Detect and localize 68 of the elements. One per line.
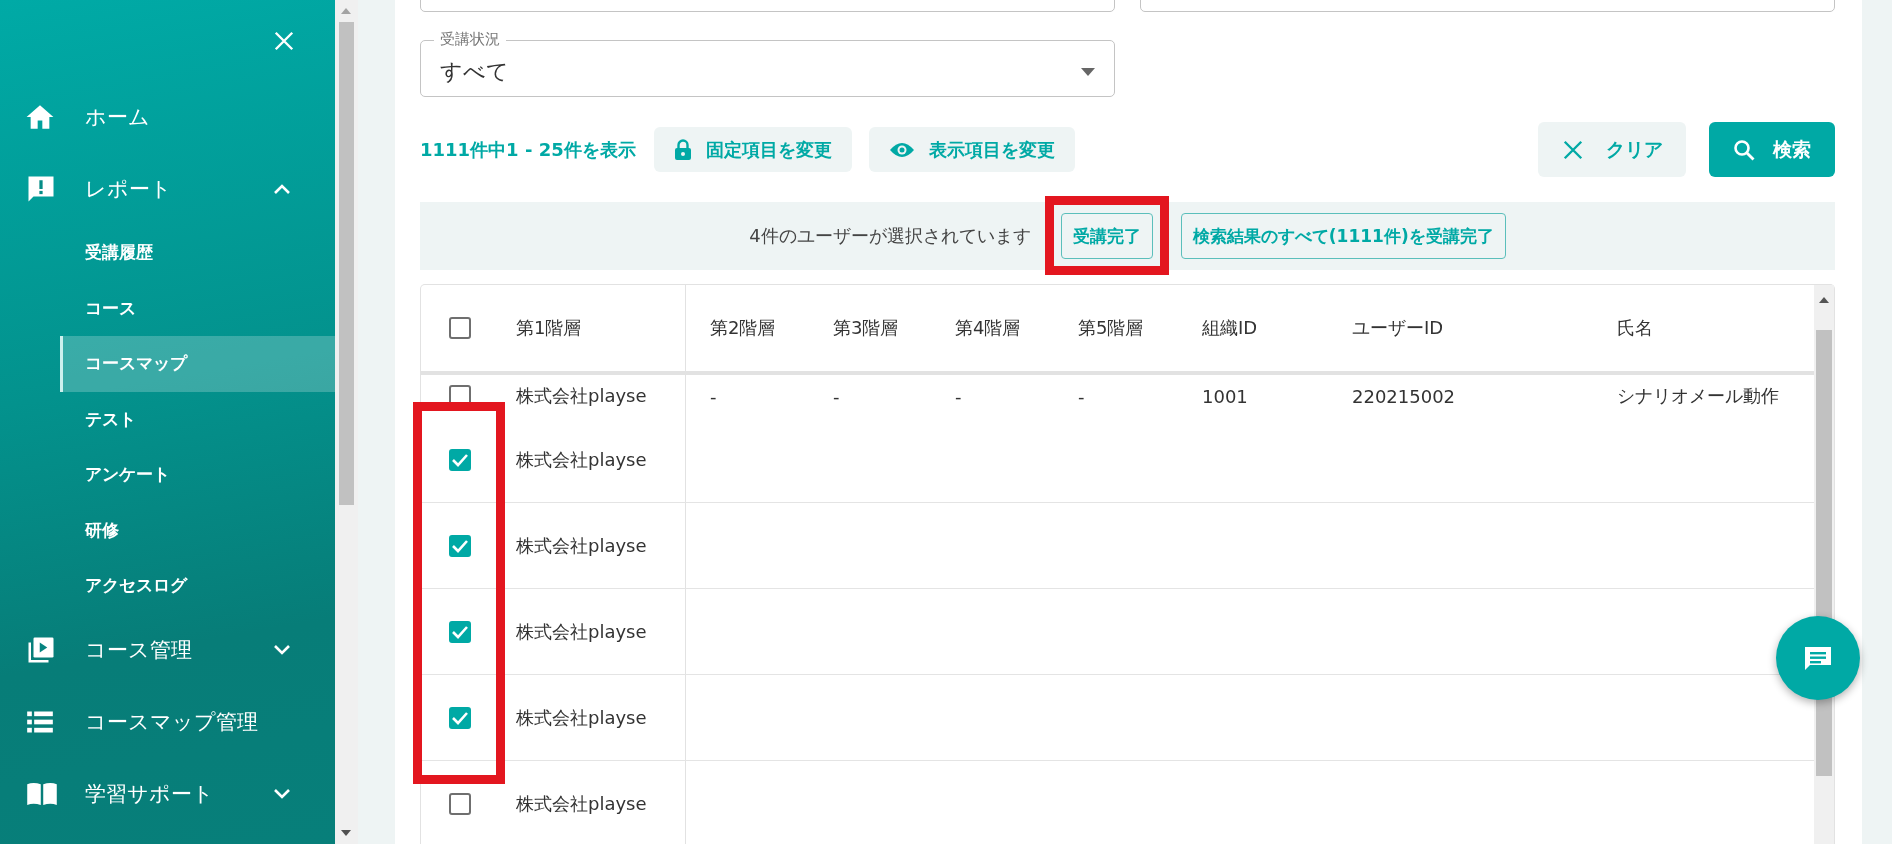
nav-item[interactable]: コース管理 [0, 613, 335, 686]
checkbox[interactable] [449, 620, 471, 643]
chevron-up-icon [273, 183, 291, 195]
chevron-down-icon [273, 787, 291, 800]
check-mark [451, 624, 469, 639]
close-icon [1561, 138, 1584, 161]
nav-item[interactable]: レポート [0, 153, 335, 225]
table-cell: 株式会社playse [516, 533, 647, 558]
visible-columns-button[interactable]: 表示項目を変更 [868, 127, 1075, 172]
column-header[interactable]: 第4階層 [955, 317, 1021, 338]
checkbox[interactable] [449, 534, 471, 557]
speech-bubble-icon [26, 174, 56, 204]
column-header[interactable]: 第5階層 [1078, 317, 1144, 338]
nav-item[interactable]: ホーム [0, 81, 335, 153]
selection-message: 4件のユーザーが選択されています [749, 224, 1031, 248]
column-header[interactable]: 第3階層 [833, 317, 899, 338]
complete-all-button[interactable]: 検索結果のすべて(1111件)を受講完了 [1180, 213, 1506, 259]
home-icon [26, 104, 54, 130]
eye-icon [888, 140, 915, 159]
nav-subitem[interactable]: テスト [0, 391, 335, 447]
list-icon [26, 709, 54, 734]
table-cell: 1001 [1202, 385, 1248, 407]
column-header[interactable]: 第2階層 [710, 317, 776, 338]
table-cell: 株式会社playse [516, 791, 647, 816]
complete-button[interactable]: 受講完了 [1060, 213, 1153, 259]
table-cell: 株式会社playse [516, 619, 647, 644]
close-icon [273, 29, 295, 52]
nav-subitem[interactable]: アンケート [0, 447, 335, 503]
checkbox[interactable] [449, 448, 471, 471]
check-mark [451, 710, 469, 725]
chat-icon [1803, 645, 1833, 671]
column-header[interactable]: 氏名 [1617, 317, 1653, 338]
result-count: 1111件中1 - 25件を表示 [420, 137, 636, 162]
nav-item[interactable]: コースマップ管理 [0, 685, 335, 758]
search-icon [1733, 138, 1755, 161]
nav-subitem[interactable]: 受講履歴 [0, 225, 335, 281]
dropdown-label: 受講状況 [434, 29, 506, 49]
table-cell: シナリオメール動作 [1617, 385, 1779, 406]
table-cell: 220215002 [1352, 385, 1456, 407]
table-cell: 株式会社playse [516, 384, 647, 408]
nav-item[interactable]: 学習サポート [0, 757, 335, 830]
dropdown-value: すべて [440, 57, 509, 86]
book-icon [26, 780, 58, 807]
column-header[interactable]: 第1階層 [516, 316, 582, 340]
check-mark [451, 452, 469, 467]
status-dropdown[interactable]: 受講状況 すべて [420, 29, 1115, 97]
table-cell: - [1078, 385, 1085, 407]
checkbox[interactable] [449, 706, 471, 729]
lock-icon [673, 138, 692, 161]
nav-subitem[interactable]: 研修 [0, 502, 335, 558]
chevron-down-icon [273, 643, 291, 656]
column-header[interactable]: 組織ID [1202, 317, 1258, 338]
checkbox[interactable] [449, 317, 471, 339]
checkbox[interactable] [449, 792, 471, 815]
search-button[interactable]: 検索 [1709, 122, 1835, 177]
table-cell: - [710, 385, 717, 407]
nav-subitem[interactable]: コースマップ [60, 336, 335, 392]
nav-subitem[interactable]: アクセスログ [0, 558, 335, 614]
table-cell: 株式会社playse [516, 447, 647, 472]
fixed-columns-button[interactable]: 固定項目を変更 [653, 127, 852, 172]
table-cell: - [833, 385, 840, 407]
table-cell: - [955, 385, 962, 407]
nav-subitem[interactable]: コース [0, 280, 335, 336]
table-cell: 株式会社playse [516, 705, 647, 730]
check-mark [451, 538, 469, 553]
column-header[interactable]: ユーザーID [1352, 317, 1444, 338]
clear-button[interactable]: クリア [1538, 122, 1686, 177]
dropdown-caret-icon [1081, 67, 1095, 76]
